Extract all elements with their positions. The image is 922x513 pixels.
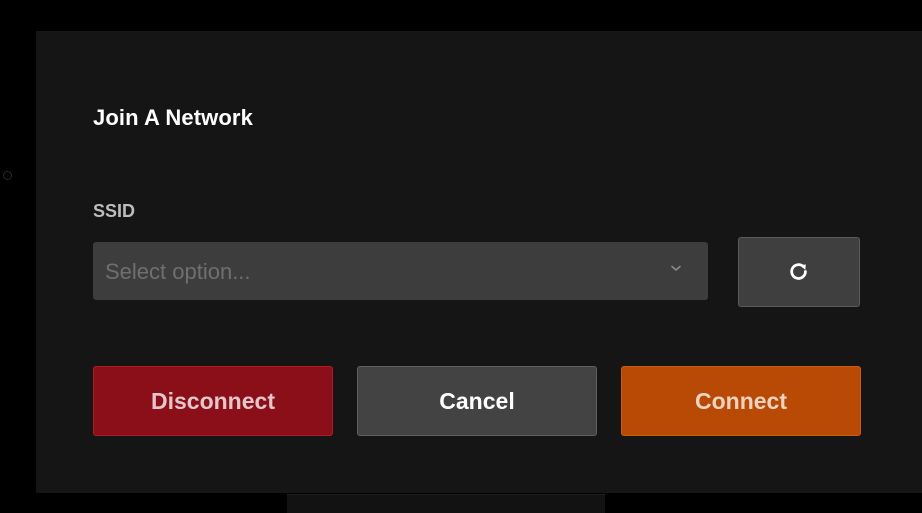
- ssid-select[interactable]: Select option...: [93, 242, 708, 300]
- refresh-icon: [790, 263, 807, 280]
- chevron-down-icon: [671, 265, 681, 271]
- ssid-select-placeholder: Select option...: [105, 259, 251, 284]
- dialog-title: Join A Network: [93, 105, 253, 130]
- cancel-button[interactable]: Cancel: [357, 366, 597, 436]
- join-network-dialog: Join A Network SSID Select option... Dis…: [36, 31, 922, 493]
- connect-button[interactable]: Connect: [621, 366, 861, 436]
- ssid-label: SSID: [93, 201, 136, 221]
- background-handle-icon: [3, 171, 12, 180]
- background-bottom-bar: [287, 494, 605, 513]
- refresh-button[interactable]: [738, 237, 860, 307]
- disconnect-button[interactable]: Disconnect: [93, 366, 333, 436]
